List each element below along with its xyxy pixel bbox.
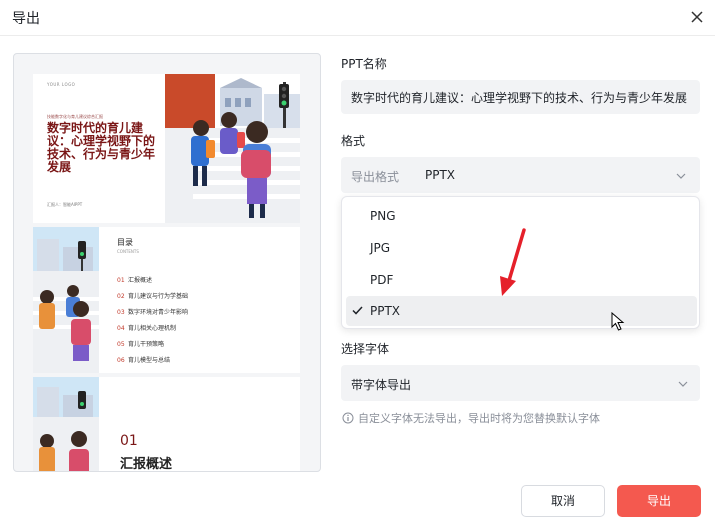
toc-item-number: 04	[117, 325, 125, 332]
format-option-label: PPTX	[370, 304, 401, 318]
chevron-down-icon	[678, 381, 688, 387]
toc-item-number: 02	[117, 293, 125, 300]
section-illustration	[33, 377, 99, 471]
toc-item-number: 06	[117, 357, 125, 364]
ppt-name-input[interactable]: 数字时代的育儿建议：心理学视野下的技术、行为与青少年发展	[341, 80, 700, 114]
font-hint-text: 自定义字体无法导出，导出时将为您替换默认字体	[358, 412, 600, 425]
toc-item: 04 育儿相关心理机制	[117, 323, 297, 339]
format-field-label: 导出格式	[351, 170, 400, 184]
cover-illustration	[165, 74, 300, 223]
slide-thumbnail-contents[interactable]: 目录 CONTENTS 01 汇报概述 02 育儿建议与行为学基础 03 数字环境对青…	[33, 227, 300, 373]
format-option-pptx[interactable]: PPTX	[346, 296, 697, 326]
font-hint: 自定义字体无法导出，导出时将为您替换默认字体	[342, 410, 600, 426]
slide-reporter: 汇报人：智能AIPPT	[47, 202, 83, 207]
toc-item-text: 汇报概述	[128, 277, 153, 284]
toc-subtitle: CONTENTS	[117, 249, 139, 254]
toc-item-text: 育儿干预策略	[128, 341, 165, 348]
toc-item-text: 育儿模型与总结	[128, 357, 171, 364]
toc-item-number: 01	[117, 277, 125, 284]
slide-logo: YOUR LOGO	[47, 82, 76, 87]
toc-title: 目录	[117, 238, 133, 247]
toc-item-text: 数字环境对青少年影响	[128, 309, 189, 316]
toc-item-text: 育儿相关心理机制	[128, 325, 177, 332]
toc-item: 02 育儿建议与行为学基础	[117, 291, 297, 307]
toc-item: 01 汇报概述	[117, 275, 297, 291]
section-number: 01	[120, 433, 138, 449]
format-section-label: 格式	[341, 134, 366, 148]
toc-item-text: 育儿建议与行为学基础	[128, 293, 189, 300]
toc-item-number: 03	[117, 309, 125, 316]
slide-cover-title: 数字时代的育儿建议：心理学视野下的技术、行为与青少年发展	[47, 121, 156, 174]
dialog-title: 导出	[12, 11, 40, 27]
font-selected-value: 带字体导出	[351, 378, 412, 392]
cancel-button[interactable]: 取消	[521, 485, 605, 517]
toc-list: 01 汇报概述 02 育儿建议与行为学基础 03 数字环境对青少年影响 04 育儿相关心…	[117, 275, 297, 371]
export-dialog: 导出 YOUR LOGO 技能数字化与育儿建议综合汇报 数字时代的育儿建议：心理…	[0, 0, 715, 530]
font-section-label: 选择字体	[341, 342, 390, 356]
slide-thumbnail-cover[interactable]: YOUR LOGO 技能数字化与育儿建议综合汇报 数字时代的育儿建议：心理学视野…	[33, 74, 300, 223]
close-icon[interactable]	[688, 8, 706, 26]
info-icon	[342, 412, 354, 424]
annotation-arrow-icon	[500, 228, 526, 296]
toc-illustration	[33, 227, 99, 373]
toc-item: 03 数字环境对青少年影响	[117, 307, 297, 323]
slide-preview-panel[interactable]: YOUR LOGO 技能数字化与育儿建议综合汇报 数字时代的育儿建议：心理学视野…	[13, 53, 321, 472]
section-title: 汇报概述	[120, 457, 173, 472]
checkmark-icon	[352, 306, 363, 315]
toc-item: 06 育儿模型与总结	[117, 355, 297, 371]
slide-thumbnail-section[interactable]: 01 汇报概述	[33, 377, 300, 472]
dialog-header: 导出	[0, 0, 715, 36]
mouse-cursor-icon	[611, 312, 625, 331]
export-button[interactable]: 导出	[617, 485, 701, 517]
ppt-name-label: PPT名称	[341, 57, 387, 71]
toc-item: 05 育儿干预策略	[117, 339, 297, 355]
toc-item-number: 05	[117, 341, 125, 348]
slide-small-heading: 技能数字化与育儿建议综合汇报	[47, 114, 103, 119]
font-select[interactable]: 带字体导出	[341, 365, 700, 401]
format-select[interactable]: 导出格式 PPTX	[341, 157, 700, 193]
chevron-down-icon	[676, 173, 686, 179]
format-selected-value: PPTX	[425, 168, 456, 182]
